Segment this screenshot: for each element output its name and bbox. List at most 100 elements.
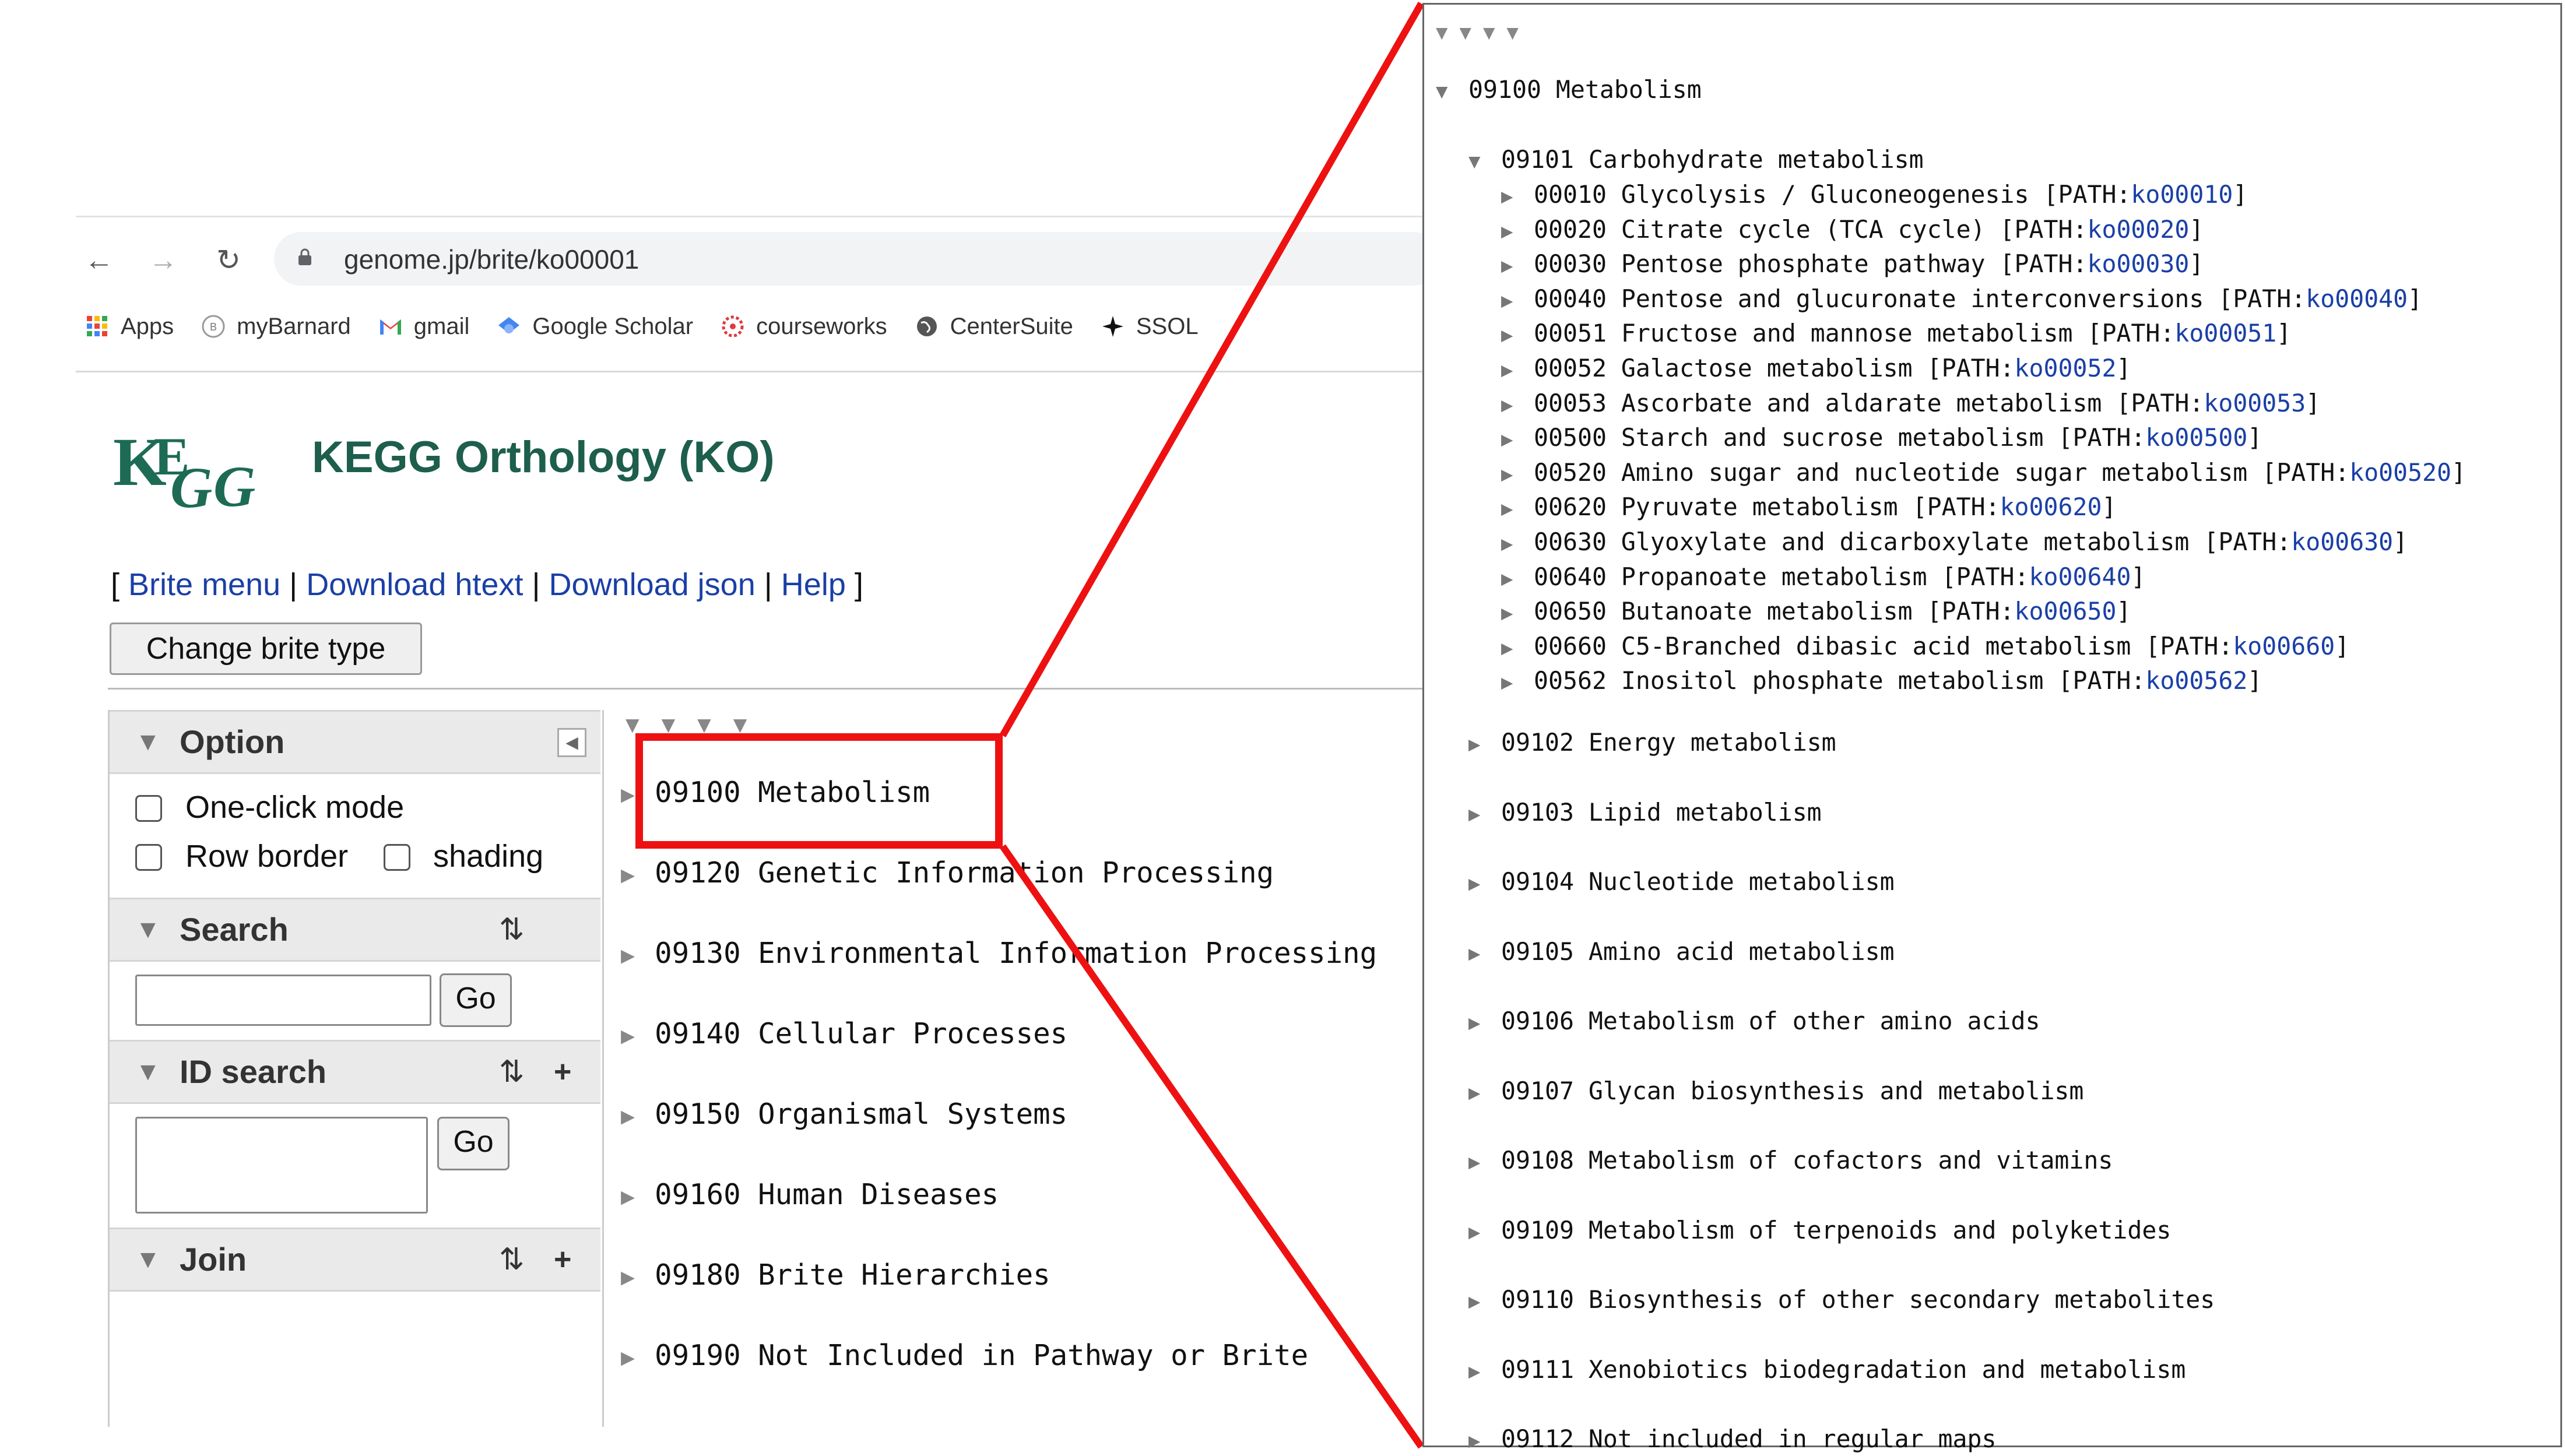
expand-arrow-icon[interactable]: ▶ — [1501, 286, 1534, 316]
pathway-link[interactable]: ko00020 — [2087, 215, 2189, 244]
expand-arrow-icon[interactable]: ▶ — [621, 1022, 635, 1049]
id-search-go-button[interactable]: Go — [437, 1117, 510, 1170]
expand-arrow-icon[interactable]: ▶ — [1468, 868, 1501, 899]
pathway-link[interactable]: ko00051 — [2174, 319, 2276, 347]
pathway-link[interactable]: ko00040 — [2306, 284, 2408, 313]
pathway-row[interactable]: ▶ 00020 Citrate cycle (TCA cycle) [PATH:k… — [1501, 214, 2204, 247]
expand-arrow-icon[interactable]: ▶ — [1501, 216, 1534, 247]
pathway-link[interactable]: ko00562 — [2145, 666, 2247, 695]
expand-arrow-icon[interactable]: ▶ — [1468, 938, 1501, 969]
pathway-row[interactable]: ▶ 00630 Glyoxylate and dicarboxylate meta… — [1501, 527, 2408, 559]
expand-arrow-icon[interactable]: ▶ — [1501, 320, 1534, 350]
subgroup-row[interactable]: ▶ 09111 Xenobiotics biodegradation and me… — [1468, 1355, 2185, 1387]
expand-arrow-icon[interactable]: ▶ — [1501, 181, 1534, 212]
tree-item[interactable]: ▶ 09160 Human Diseases — [621, 1177, 999, 1214]
subgroup-row[interactable]: ▶ 09105 Amino acid metabolism — [1468, 937, 1895, 969]
expand-arrow-icon[interactable]: ▶ — [1468, 1356, 1501, 1387]
pathway-row[interactable]: ▶ 00620 Pyruvate metabolism [PATH:ko00620… — [1501, 492, 2116, 524]
tree-item[interactable]: ▶ 09150 Organismal Systems — [621, 1097, 1067, 1134]
expand-arrow-icon[interactable]: ▶ — [621, 1264, 635, 1290]
reload-icon[interactable]: ↻ — [211, 242, 246, 277]
collapse-triangle-icon[interactable]: ▼ — [135, 915, 161, 945]
subgroup-row[interactable]: ▶ 09109 Metabolism of terpenoids and poly… — [1468, 1215, 2171, 1247]
expand-arrow-icon[interactable]: ▶ — [1501, 633, 1534, 663]
expand-arrow-icon[interactable]: ▶ — [1501, 390, 1534, 420]
url-text[interactable]: genome.jp/brite/ko00001 — [344, 244, 639, 275]
expand-arrow-icon[interactable]: ▶ — [621, 1344, 635, 1371]
shuffle-icon[interactable]: ⇅ — [499, 912, 525, 947]
pathway-link[interactable]: ko00052 — [2015, 354, 2117, 382]
expand-arrow-icon[interactable]: ▶ — [1501, 424, 1534, 455]
tree-item[interactable]: ▶ 09140 Cellular Processes — [621, 1017, 1067, 1053]
pathway-link[interactable]: ko00650 — [2015, 597, 2117, 625]
pathway-link[interactable]: ko00620 — [2000, 493, 2102, 521]
collapse-triangle-icon[interactable]: ▼ — [135, 1057, 161, 1087]
subgroup-row[interactable]: ▶ 09103 Lipid metabolism — [1468, 797, 1822, 829]
expand-level-triangles[interactable]: ▼▼▼▼ — [1436, 17, 1530, 48]
subgroup-row[interactable]: ▶ 09102 Energy metabolism — [1468, 727, 1836, 759]
shading-checkbox[interactable] — [384, 844, 410, 871]
pathway-link[interactable]: ko00660 — [2233, 632, 2335, 660]
zoom-root-item[interactable]: ▼ 09100 Metabolism — [1436, 75, 1702, 107]
shuffle-icon[interactable]: ⇅ — [499, 1242, 525, 1277]
expand-arrow-icon[interactable]: ▶ — [1468, 1078, 1501, 1108]
subgroup-row[interactable]: ▶ 09106 Metabolism of other amino acids — [1468, 1006, 2040, 1038]
expand-arrow-icon[interactable]: ▶ — [1501, 564, 1534, 594]
bookmark-ssol[interactable]: SSOL — [1100, 314, 1199, 340]
pathway-row[interactable]: ▶ 00520 Amino sugar and nucleotide sugar … — [1501, 458, 2466, 490]
subgroup-row[interactable]: ▶ 09110 Biosynthesis of other secondary m… — [1468, 1285, 2215, 1317]
id-search-section-header[interactable]: ▼ ID search ⇅ + — [110, 1040, 600, 1104]
tree-item[interactable]: ▶ 09180 Brite Hierarchies — [621, 1258, 1050, 1295]
bookmark-mybarnard[interactable]: B myBarnard — [201, 314, 351, 340]
pathway-link[interactable]: ko00030 — [2087, 249, 2189, 278]
subgroup-row[interactable]: ▶ 09104 Nucleotide metabolism — [1468, 867, 1895, 899]
subgroup-row[interactable]: ▶ 09108 Metabolism of cofactors and vitam… — [1468, 1145, 2113, 1177]
expand-arrow-icon[interactable]: ▶ — [1468, 799, 1501, 829]
pathway-row[interactable]: ▶ 00010 Glycolysis / Gluconeogenesis [PAT… — [1501, 180, 2247, 212]
pathway-link[interactable]: ko00053 — [2204, 389, 2306, 417]
row-border-checkbox[interactable] — [135, 844, 162, 871]
change-brite-type-button[interactable]: Change brite type — [110, 623, 422, 675]
bookmark-google-scholar[interactable]: Google Scholar — [496, 314, 693, 340]
collapse-triangle-icon[interactable]: ▼ — [135, 1244, 161, 1275]
collapse-triangle-icon[interactable]: ▼ — [135, 727, 161, 757]
tree-item[interactable]: ▶ 09120 Genetic Information Processing — [621, 856, 1274, 892]
option-section-header[interactable]: ▼ Option ◀ — [110, 710, 600, 774]
expand-arrow-icon[interactable]: ▶ — [1468, 1008, 1501, 1038]
join-section-header[interactable]: ▼ Join ⇅ + — [110, 1228, 600, 1292]
search-input[interactable] — [135, 975, 431, 1026]
back-arrow-icon[interactable]: ← — [82, 242, 117, 277]
expand-arrow-icon[interactable]: ▶ — [1468, 729, 1501, 759]
pathway-row[interactable]: ▶ 00053 Ascorbate and aldarate metabolism… — [1501, 388, 2320, 420]
pathway-row[interactable]: ▶ 00640 Propanoate metabolism [PATH:ko006… — [1501, 562, 2145, 594]
help-link[interactable]: Help — [781, 567, 846, 602]
pathway-row[interactable]: ▶ 00030 Pentose phosphate pathway [PATH:k… — [1501, 249, 2204, 281]
zoom-carbohydrate-item[interactable]: ▼ 09101 Carbohydrate metabolism — [1468, 145, 1924, 177]
tree-item[interactable]: ▶ 09130 Environmental Information Process… — [621, 936, 1377, 973]
expand-arrow-icon[interactable]: ▶ — [621, 861, 635, 888]
expand-arrow-icon[interactable]: ▶ — [1468, 1426, 1501, 1456]
expand-arrow-icon[interactable]: ▶ — [1501, 667, 1534, 698]
expand-arrow-icon[interactable]: ▶ — [1468, 1217, 1501, 1247]
pathway-link[interactable]: ko00630 — [2291, 527, 2393, 556]
plus-icon[interactable]: + — [554, 1054, 571, 1089]
collapse-sidebar-icon[interactable]: ◀ — [557, 728, 586, 757]
expand-arrow-icon[interactable]: ▶ — [1501, 598, 1534, 628]
expand-arrow-icon[interactable]: ▶ — [1501, 529, 1534, 559]
expand-arrow-icon[interactable]: ▶ — [1501, 355, 1534, 385]
bookmark-apps[interactable]: Apps — [85, 314, 174, 340]
plus-icon[interactable]: + — [554, 1242, 571, 1277]
bookmark-courseworks[interactable]: courseworks — [720, 314, 887, 340]
expand-arrow-icon[interactable]: ▶ — [621, 1183, 635, 1210]
search-section-header[interactable]: ▼ Search ⇅ — [110, 898, 600, 962]
subgroup-row[interactable]: ▶ 09112 Not included in regular maps — [1468, 1424, 1997, 1456]
expand-arrow-icon[interactable]: ▶ — [621, 942, 635, 969]
pathway-row[interactable]: ▶ 00051 Fructose and mannose metabolism [… — [1501, 318, 2291, 350]
tree-item[interactable]: ▶ 09190 Not Included in Pathway or Brite — [621, 1338, 1308, 1375]
collapse-arrow-icon[interactable]: ▼ — [1468, 146, 1501, 177]
search-go-button[interactable]: Go — [440, 973, 512, 1027]
expand-arrow-icon[interactable]: ▶ — [1468, 1147, 1501, 1177]
expand-arrow-icon[interactable]: ▶ — [621, 1103, 635, 1130]
pathway-row[interactable]: ▶ 00660 C5-Branched dibasic acid metaboli… — [1501, 631, 2349, 663]
forward-arrow-icon[interactable]: → — [146, 242, 181, 277]
